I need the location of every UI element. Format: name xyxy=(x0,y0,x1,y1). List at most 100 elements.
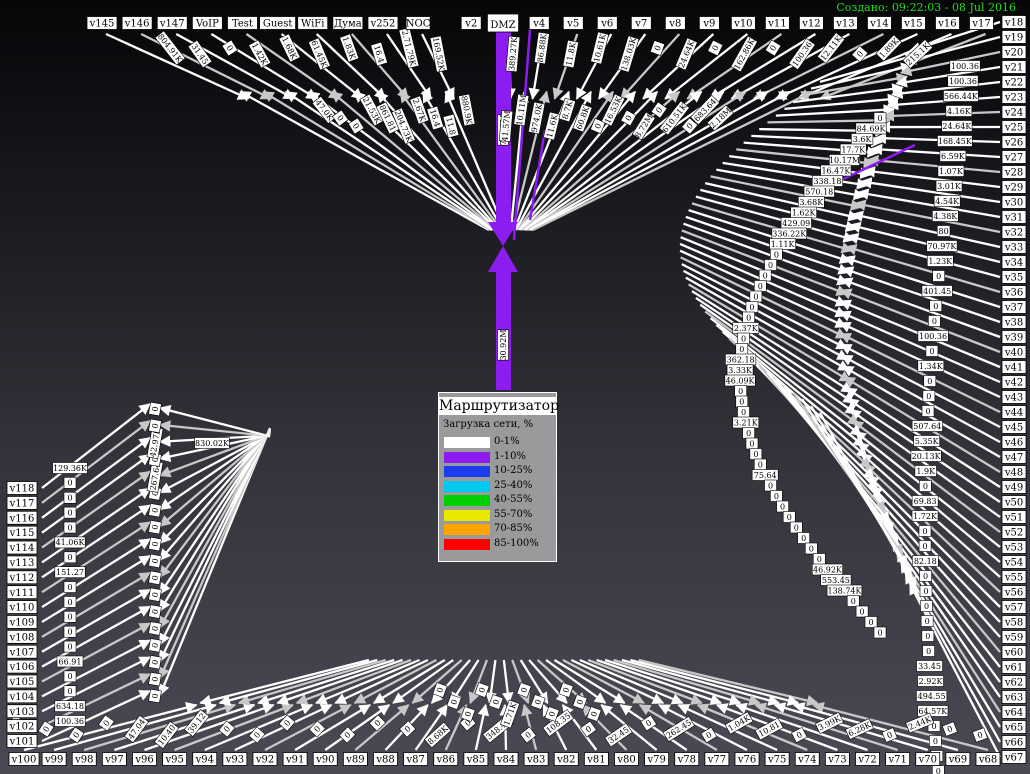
node-v75[interactable]: v75 xyxy=(764,752,790,766)
node-v33[interactable]: v33 xyxy=(1001,240,1027,254)
node-v19[interactable]: v19 xyxy=(1001,30,1027,44)
node-v51[interactable]: v51 xyxy=(1001,510,1027,524)
node-v45[interactable]: v45 xyxy=(1001,420,1027,434)
node-v93[interactable]: v93 xyxy=(222,752,248,766)
node-v108[interactable]: v108 xyxy=(6,629,38,644)
node-v52[interactable]: v52 xyxy=(1001,525,1027,539)
node-v27[interactable]: v27 xyxy=(1001,150,1027,164)
node-v34[interactable]: v34 xyxy=(1001,255,1027,269)
node-v68[interactable]: v68 xyxy=(975,752,1001,766)
node-v2[interactable]: v2 xyxy=(460,16,482,30)
node-v102[interactable]: v102 xyxy=(6,719,38,734)
node-v55[interactable]: v55 xyxy=(1001,570,1027,584)
node-v70[interactable]: v70 xyxy=(915,752,941,766)
node-v29[interactable]: v29 xyxy=(1001,180,1027,194)
node-v17[interactable]: v17 xyxy=(969,16,994,30)
node-v79[interactable]: v79 xyxy=(644,752,670,766)
node-v99[interactable]: v99 xyxy=(41,752,67,766)
node-v35[interactable]: v35 xyxy=(1001,270,1027,284)
node-v57[interactable]: v57 xyxy=(1001,600,1027,614)
node-v26[interactable]: v26 xyxy=(1001,135,1027,149)
node-v61[interactable]: v61 xyxy=(1001,660,1027,674)
node-v109[interactable]: v109 xyxy=(6,615,38,629)
node-VoIP[interactable]: VoIP xyxy=(191,16,223,30)
node-v24[interactable]: v24 xyxy=(1001,105,1027,119)
node-v146[interactable]: v146 xyxy=(121,16,153,30)
node-v113[interactable]: v113 xyxy=(6,555,38,570)
node-v59[interactable]: v59 xyxy=(1001,630,1027,644)
node-v81[interactable]: v81 xyxy=(583,752,609,766)
node-v105[interactable]: v105 xyxy=(6,674,38,689)
node-v11[interactable]: v11 xyxy=(764,16,790,30)
node-v78[interactable]: v78 xyxy=(674,752,700,766)
node-v38[interactable]: v38 xyxy=(1001,315,1027,329)
node-v47[interactable]: v47 xyxy=(1001,450,1027,464)
node-v48[interactable]: v48 xyxy=(1001,465,1027,479)
node-v30[interactable]: v30 xyxy=(1001,195,1027,209)
node-v22[interactable]: v22 xyxy=(1001,75,1027,89)
node-v58[interactable]: v58 xyxy=(1001,615,1027,629)
node-NOC[interactable]: NOC xyxy=(405,16,431,30)
node-Дума[interactable]: Дума xyxy=(332,16,364,30)
node-v49[interactable]: v49 xyxy=(1001,480,1027,494)
node-WiFi[interactable]: WiFi xyxy=(297,16,329,30)
node-v16[interactable]: v16 xyxy=(935,16,960,30)
node-v10[interactable]: v10 xyxy=(730,16,756,30)
node-v98[interactable]: v98 xyxy=(71,752,97,766)
node-v87[interactable]: v87 xyxy=(403,752,429,766)
node-v50[interactable]: v50 xyxy=(1001,495,1027,509)
node-v97[interactable]: v97 xyxy=(101,752,127,766)
node-v67[interactable]: v67 xyxy=(1001,750,1027,764)
node-v44[interactable]: v44 xyxy=(1001,405,1027,419)
node-v117[interactable]: v117 xyxy=(6,495,38,510)
node-v18[interactable]: v18 xyxy=(1001,15,1027,29)
node-v20[interactable]: v20 xyxy=(1001,45,1027,59)
node-v36[interactable]: v36 xyxy=(1001,285,1027,299)
node-v116[interactable]: v116 xyxy=(6,510,38,525)
node-v80[interactable]: v80 xyxy=(614,752,639,766)
node-v89[interactable]: v89 xyxy=(342,752,368,766)
node-v85[interactable]: v85 xyxy=(463,752,489,766)
node-v56[interactable]: v56 xyxy=(1001,585,1027,599)
node-v88[interactable]: v88 xyxy=(373,752,398,766)
node-v96[interactable]: v96 xyxy=(132,752,157,766)
node-v62[interactable]: v62 xyxy=(1001,675,1027,689)
node-v66[interactable]: v66 xyxy=(1001,735,1027,749)
node-v40[interactable]: v40 xyxy=(1001,345,1027,359)
node-v83[interactable]: v83 xyxy=(523,752,549,766)
node-v21[interactable]: v21 xyxy=(1001,60,1027,74)
node-v64[interactable]: v64 xyxy=(1001,705,1027,719)
node-v95[interactable]: v95 xyxy=(162,752,188,766)
node-v23[interactable]: v23 xyxy=(1001,90,1027,104)
node-v91[interactable]: v91 xyxy=(282,752,308,766)
node-v46[interactable]: v46 xyxy=(1001,435,1027,449)
node-v107[interactable]: v107 xyxy=(6,644,38,659)
node-v15[interactable]: v15 xyxy=(901,16,926,30)
node-v6[interactable]: v6 xyxy=(596,16,618,30)
node-v103[interactable]: v103 xyxy=(6,704,38,719)
node-v104[interactable]: v104 xyxy=(6,689,38,704)
node-v82[interactable]: v82 xyxy=(553,752,579,766)
node-v84[interactable]: v84 xyxy=(493,752,519,766)
node-v53[interactable]: v53 xyxy=(1001,540,1027,554)
node-v94[interactable]: v94 xyxy=(192,752,218,766)
node-v145[interactable]: v145 xyxy=(86,16,118,30)
node-v12[interactable]: v12 xyxy=(799,16,824,30)
node-v74[interactable]: v74 xyxy=(794,752,820,766)
node-v25[interactable]: v25 xyxy=(1001,120,1027,134)
node-v54[interactable]: v54 xyxy=(1001,555,1027,569)
node-v111[interactable]: v111 xyxy=(6,585,38,600)
node-v43[interactable]: v43 xyxy=(1001,390,1027,404)
node-v69[interactable]: v69 xyxy=(945,752,971,766)
node-v110[interactable]: v110 xyxy=(6,600,38,614)
node-v63[interactable]: v63 xyxy=(1001,690,1027,704)
node-v252[interactable]: v252 xyxy=(367,16,399,30)
node-v7[interactable]: v7 xyxy=(630,16,652,30)
node-v76[interactable]: v76 xyxy=(734,752,760,766)
node-v31[interactable]: v31 xyxy=(1001,210,1027,224)
node-v118[interactable]: v118 xyxy=(6,481,38,495)
node-v37[interactable]: v37 xyxy=(1001,300,1027,314)
node-DMZ[interactable]: DMZ xyxy=(486,13,519,33)
node-v28[interactable]: v28 xyxy=(1001,165,1027,179)
node-v5[interactable]: v5 xyxy=(562,16,584,30)
